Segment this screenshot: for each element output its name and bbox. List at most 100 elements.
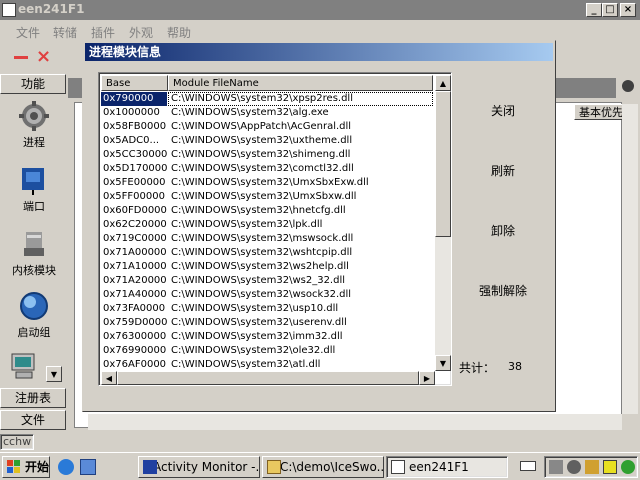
column-header-filename[interactable]: Module FileName <box>168 75 433 91</box>
list-item[interactable]: 0x58FB0000 C:\WINDOWS\AppPatch\AcGenral.d… <box>101 120 433 134</box>
list-item[interactable]: 0x5D170000 C:\WINDOWS\system32\comctl32.d… <box>101 162 433 176</box>
maximize-button[interactable]: □ <box>602 3 618 17</box>
sidebar-item-kernel-modules[interactable]: 内核模块 <box>4 228 64 278</box>
list-item[interactable]: 0x71A10000 C:\WINDOWS\system32\ws2help.dl… <box>101 260 433 274</box>
tray-gear-icon[interactable] <box>567 460 581 474</box>
list-item[interactable]: 0x76AF0000 C:\WINDOWS\system32\atl.dll <box>101 358 433 372</box>
list-item[interactable]: 0x60FD0000 C:\WINDOWS\system32\hnetcfg.dl… <box>101 204 433 218</box>
list-item[interactable]: 0x62C20000 C:\WINDOWS\system32\lpk.dll <box>101 218 433 232</box>
panel-info-icon[interactable] <box>620 78 636 94</box>
dash-icon[interactable] <box>14 56 28 59</box>
close-dialog-button[interactable]: 关闭 <box>453 102 553 119</box>
sidebar: 功能 进程 端口 内核模块 启动组 ▼ 注册表 文件 <box>0 72 68 432</box>
scroll-left-button[interactable]: ◀ <box>101 371 117 385</box>
list-item[interactable]: 0x5CC30000 C:\WINDOWS\system32\shimeng.dl… <box>101 148 433 162</box>
close-x-icon[interactable]: × <box>36 46 51 67</box>
menu-bar: 文件 转储 插件 外观 帮助 <box>0 20 640 42</box>
list-item[interactable]: 0x73FA0000 C:\WINDOWS\system32\usp10.dll <box>101 302 433 316</box>
scroll-thumb[interactable] <box>435 91 451 237</box>
list-item[interactable]: 0x5FF00000 C:\WINDOWS\system32\UmxSbxw.dl… <box>101 190 433 204</box>
module-base-cell: 0x5FF00000 <box>103 191 165 202</box>
gear-icon <box>18 100 50 132</box>
module-base-cell: 0x5CC30000 <box>103 149 167 160</box>
module-filename-cell: C:\WINDOWS\system32\wshtcpip.dll <box>171 247 353 258</box>
module-base-cell: 0x759D0000 <box>103 317 167 328</box>
menu-help[interactable]: 帮助 <box>167 24 191 41</box>
sidebar-scroll-down-button[interactable]: ▼ <box>46 366 62 382</box>
list-item[interactable]: 0x76990000 C:\WINDOWS\system32\ole32.dll <box>101 344 433 358</box>
hscroll-thumb[interactable] <box>117 371 419 385</box>
module-filename-cell: C:\WINDOWS\system32\wsock32.dll <box>171 289 352 300</box>
module-base-cell: 0x719C0000 <box>103 233 167 244</box>
quicklaunch-icon[interactable] <box>80 459 96 475</box>
main-title-bar: een241F1 _ □ × <box>0 0 640 20</box>
scroll-down-button[interactable]: ▼ <box>435 355 451 371</box>
module-filename-cell: C:\WINDOWS\system32\imm32.dll <box>171 331 343 342</box>
start-button[interactable]: 开始 <box>2 456 50 478</box>
total-value: 38 <box>508 360 522 373</box>
minimize-button[interactable]: _ <box>586 3 602 17</box>
list-item[interactable]: 0x76300000 C:\WINDOWS\system32\imm32.dll <box>101 330 433 344</box>
module-filename-cell: C:\WINDOWS\system32\hnetcfg.dll <box>171 205 346 216</box>
horizontal-scrollbar[interactable]: ◀ ▶ <box>101 371 435 385</box>
app-icon <box>391 460 405 474</box>
sidebar-tab-file[interactable]: 文件 <box>0 410 66 430</box>
module-filename-cell: C:\WINDOWS\AppPatch\AcGenral.dll <box>171 121 352 132</box>
task-activity-monitor[interactable]: Activity Monitor -... <box>138 456 260 478</box>
list-rows: 0x790000 C:\WINDOWS\system32\xpsp2res.dll… <box>101 92 433 372</box>
ie-icon[interactable] <box>58 459 74 475</box>
refresh-button[interactable]: 刷新 <box>453 162 553 179</box>
tray-status-icon[interactable] <box>621 460 635 474</box>
sidebar-tab-registry[interactable]: 注册表 <box>0 388 66 408</box>
module-filename-cell: C:\WINDOWS\system32\lpk.dll <box>171 219 323 230</box>
task-label: een241F1 <box>409 460 469 474</box>
app-icon <box>2 3 16 17</box>
list-item[interactable]: 0x5ADC0... C:\WINDOWS\system32\uxtheme.dl… <box>101 134 433 148</box>
sidebar-header[interactable]: 功能 <box>0 74 66 94</box>
scroll-right-button[interactable]: ▶ <box>419 371 435 385</box>
module-base-cell: 0x71A00000 <box>103 247 167 258</box>
list-item[interactable]: 0x5FE00000 C:\WINDOWS\system32\UmxSbxExw.… <box>101 176 433 190</box>
list-item[interactable]: 0x759D0000 C:\WINDOWS\system32\userenv.dl… <box>101 316 433 330</box>
sidebar-item-process[interactable]: 进程 <box>4 100 64 150</box>
menu-plugin[interactable]: 插件 <box>91 24 115 41</box>
module-base-cell: 0x5FE00000 <box>103 177 166 188</box>
force-unload-button[interactable]: 强制解除 <box>453 282 553 299</box>
tray-tool-icon[interactable] <box>549 460 563 474</box>
list-item[interactable]: 0x719C0000 C:\WINDOWS\system32\mswsock.dl… <box>101 232 433 246</box>
task-een241F1[interactable]: een241F1 <box>386 456 508 478</box>
background-hscroll[interactable] <box>88 414 622 430</box>
sidebar-item-port[interactable]: 端口 <box>4 164 64 214</box>
menu-file[interactable]: 文件 <box>16 24 40 41</box>
module-base-cell: 0x5ADC0... <box>103 135 160 146</box>
list-item[interactable]: 0x1000000 C:\WINDOWS\system32\alg.exe <box>101 106 433 120</box>
column-header-base[interactable]: Base <box>101 75 168 91</box>
sidebar-item-startup[interactable]: 启动组 <box>4 290 64 340</box>
list-item[interactable]: 0x71A40000 C:\WINDOWS\system32\wsock32.dl… <box>101 288 433 302</box>
close-button[interactable]: × <box>620 3 636 17</box>
module-base-cell: 0x73FA0000 <box>103 303 166 314</box>
module-base-cell: 0x5D170000 <box>103 163 167 174</box>
unload-button[interactable]: 卸除 <box>453 222 553 239</box>
keyboard-icon[interactable] <box>520 461 536 471</box>
tray-check-icon[interactable] <box>603 460 617 474</box>
vertical-scrollbar[interactable]: ▲ ▼ <box>435 75 451 371</box>
background-vscroll[interactable] <box>622 104 638 414</box>
task-explorer-folder[interactable]: C:\demo\IceSwo... <box>262 456 384 478</box>
menu-dump[interactable]: 转储 <box>53 24 77 41</box>
list-item[interactable]: 0x71A00000 C:\WINDOWS\system32\wshtcpip.d… <box>101 246 433 260</box>
module-base-cell: 0x76AF0000 <box>103 359 167 370</box>
module-filename-cell: C:\WINDOWS\system32\userenv.dll <box>171 317 347 328</box>
module-list[interactable]: Base Module FileName 0x790000 C:\WINDOWS\… <box>98 72 452 386</box>
module-base-cell: 0x60FD0000 <box>103 205 167 216</box>
module-filename-cell: C:\WINDOWS\system32\shimeng.dll <box>171 149 351 160</box>
list-item[interactable]: 0x71A20000 C:\WINDOWS\system32\ws2_32.dll <box>101 274 433 288</box>
menu-view[interactable]: 外观 <box>129 24 153 41</box>
module-base-cell: 0x76990000 <box>103 345 167 356</box>
module-filename-cell: C:\WINDOWS\system32\ws2help.dll <box>171 261 349 272</box>
tray-shield-icon[interactable] <box>585 460 599 474</box>
system-tray <box>544 456 638 478</box>
scroll-up-button[interactable]: ▲ <box>435 75 451 91</box>
task-label: C:\demo\IceSwo... <box>279 460 384 474</box>
list-item[interactable]: 0x790000 C:\WINDOWS\system32\xpsp2res.dll <box>101 92 433 106</box>
